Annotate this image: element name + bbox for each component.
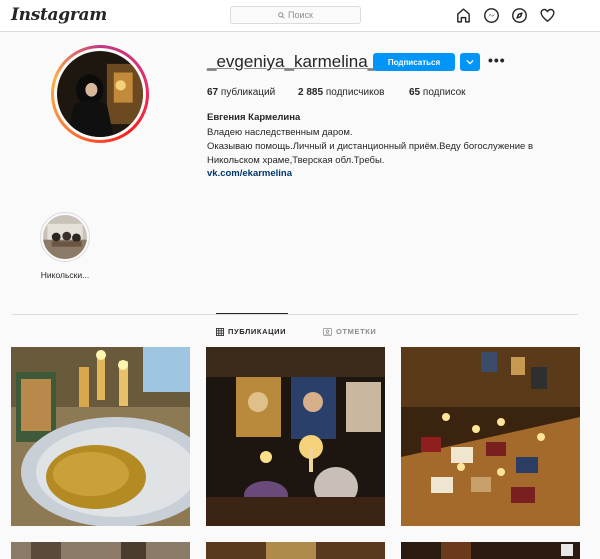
post-thumbnail[interactable] (401, 542, 580, 559)
search-input[interactable]: Поиск (230, 6, 361, 24)
suggested-dropdown-button[interactable] (460, 53, 480, 71)
profile-bio: Владею наследственным даром. Оказываю по… (207, 126, 567, 168)
grid-icon (216, 327, 224, 336)
search-icon (278, 11, 285, 19)
chevron-down-icon (466, 59, 474, 65)
explore-icon[interactable] (511, 7, 528, 24)
avatar-photo (57, 51, 143, 137)
top-navbar: Instagram Поиск (0, 0, 600, 32)
bio-line: Оказываю помощь.Личный и дистанционный п… (207, 141, 533, 152)
bio-line: Никольском храме,Тверская обл.Требы. (207, 155, 385, 166)
active-tab-indicator (216, 313, 288, 314)
post-thumbnail[interactable] (11, 347, 190, 526)
highlight-cover (43, 215, 87, 259)
follow-button[interactable]: Подписаться (373, 53, 455, 71)
more-options-button[interactable]: ••• (488, 52, 506, 68)
tag-icon (323, 327, 332, 336)
home-icon[interactable] (455, 7, 472, 24)
tabs-divider (12, 314, 578, 315)
profile-full-name: Евгения Кармелина (207, 112, 301, 123)
profile-avatar[interactable] (51, 45, 149, 143)
profile-link[interactable]: vk.com/ekarmelina (207, 168, 292, 179)
highlight-label: Никольски... (40, 270, 90, 280)
tab-label: ОТМЕТКИ (336, 327, 377, 336)
post-thumbnail[interactable] (206, 347, 385, 526)
following-count[interactable]: 65 подписок (409, 87, 466, 98)
tab-tagged[interactable]: ОТМЕТКИ (323, 327, 376, 336)
bio-line: Владею наследственным даром. (207, 127, 353, 138)
posts-count: 67 публикаций (207, 87, 276, 98)
search-placeholder: Поиск (288, 10, 313, 20)
post-thumbnail[interactable] (401, 347, 580, 526)
post-thumbnail[interactable] (11, 542, 190, 559)
instagram-logo[interactable]: Instagram (11, 5, 107, 25)
story-highlight[interactable]: Никольски... (38, 212, 92, 280)
tab-label: ПУБЛИКАЦИИ (228, 327, 287, 336)
followers-count[interactable]: 2 885 подписчиков (298, 87, 384, 98)
post-thumbnail[interactable] (206, 542, 385, 559)
profile-username: _evgeniya_karmelina_ (207, 52, 378, 71)
tab-publications[interactable]: ПУБЛИКАЦИИ (216, 327, 286, 336)
heart-icon[interactable] (539, 7, 556, 24)
messenger-icon[interactable] (483, 7, 500, 24)
